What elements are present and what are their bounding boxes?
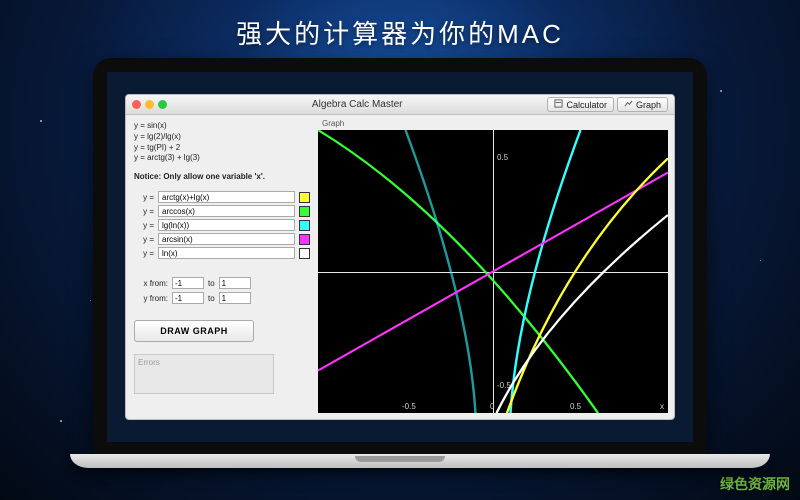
color-swatch[interactable] <box>299 248 310 259</box>
function-row: y = <box>134 205 310 217</box>
x-to-label: to <box>208 279 215 288</box>
example-list: y = sin(x) y = lg(2)/lg(x) y = tg(PI) + … <box>134 121 310 164</box>
example-line: y = sin(x) <box>134 121 310 132</box>
y-to-input[interactable] <box>219 292 251 304</box>
calculator-icon <box>554 99 563 110</box>
graph-panel-label: Graph <box>318 119 668 130</box>
function-input-3[interactable] <box>158 219 295 231</box>
fn-label: y = <box>134 207 154 216</box>
function-row: y = <box>134 191 310 203</box>
function-input-2[interactable] <box>158 205 295 217</box>
page-headline: 强大的计算器为你的MAC <box>0 14 800 51</box>
tab-graph[interactable]: Graph <box>617 97 668 112</box>
window-titlebar: Algebra Calc Master Calculator <box>126 95 674 115</box>
function-input-4[interactable] <box>158 233 295 245</box>
tab-calculator-label: Calculator <box>566 100 607 110</box>
x-from-input[interactable] <box>172 277 204 289</box>
notice-text: Notice: Only allow one variable 'x'. <box>134 172 310 181</box>
close-icon[interactable] <box>132 100 141 109</box>
color-swatch[interactable] <box>299 206 310 217</box>
graph-icon <box>624 99 633 110</box>
left-panel: y = sin(x) y = lg(2)/lg(x) y = tg(PI) + … <box>126 115 318 419</box>
y-to-label: to <box>208 294 215 303</box>
errors-box: Errors <box>134 354 274 394</box>
tab-calculator[interactable]: Calculator <box>547 97 614 112</box>
example-line: y = tg(PI) + 2 <box>134 143 310 154</box>
function-row: y = <box>134 233 310 245</box>
example-line: y = arctg(3) + lg(3) <box>134 153 310 164</box>
fn-label: y = <box>134 249 154 258</box>
laptop-frame: Algebra Calc Master Calculator <box>70 58 730 460</box>
color-swatch[interactable] <box>299 192 310 203</box>
function-input-1[interactable] <box>158 191 295 203</box>
fn-label: y = <box>134 221 154 230</box>
x-to-input[interactable] <box>219 277 251 289</box>
graph-plot[interactable]: 0.5 -0.5 -0.5 0 0.5 x <box>318 130 668 413</box>
app-window: Algebra Calc Master Calculator <box>125 94 675 420</box>
maximize-icon[interactable] <box>158 100 167 109</box>
color-swatch[interactable] <box>299 234 310 245</box>
tab-graph-label: Graph <box>636 100 661 110</box>
y-from-input[interactable] <box>172 292 204 304</box>
x-from-label: x from: <box>134 279 168 288</box>
minimize-icon[interactable] <box>145 100 154 109</box>
function-row: y = <box>134 219 310 231</box>
example-line: y = lg(2)/lg(x) <box>134 132 310 143</box>
draw-graph-button[interactable]: DRAW GRAPH <box>134 320 254 342</box>
watermark-text: 绿色资源网 <box>720 474 790 494</box>
plot-svg <box>318 130 668 413</box>
color-swatch[interactable] <box>299 220 310 231</box>
fn-label: y = <box>134 193 154 202</box>
window-title: Algebra Calc Master <box>167 99 547 110</box>
function-input-5[interactable] <box>158 247 295 259</box>
function-row: y = <box>134 247 310 259</box>
y-from-label: y from: <box>134 294 168 303</box>
fn-label: y = <box>134 235 154 244</box>
